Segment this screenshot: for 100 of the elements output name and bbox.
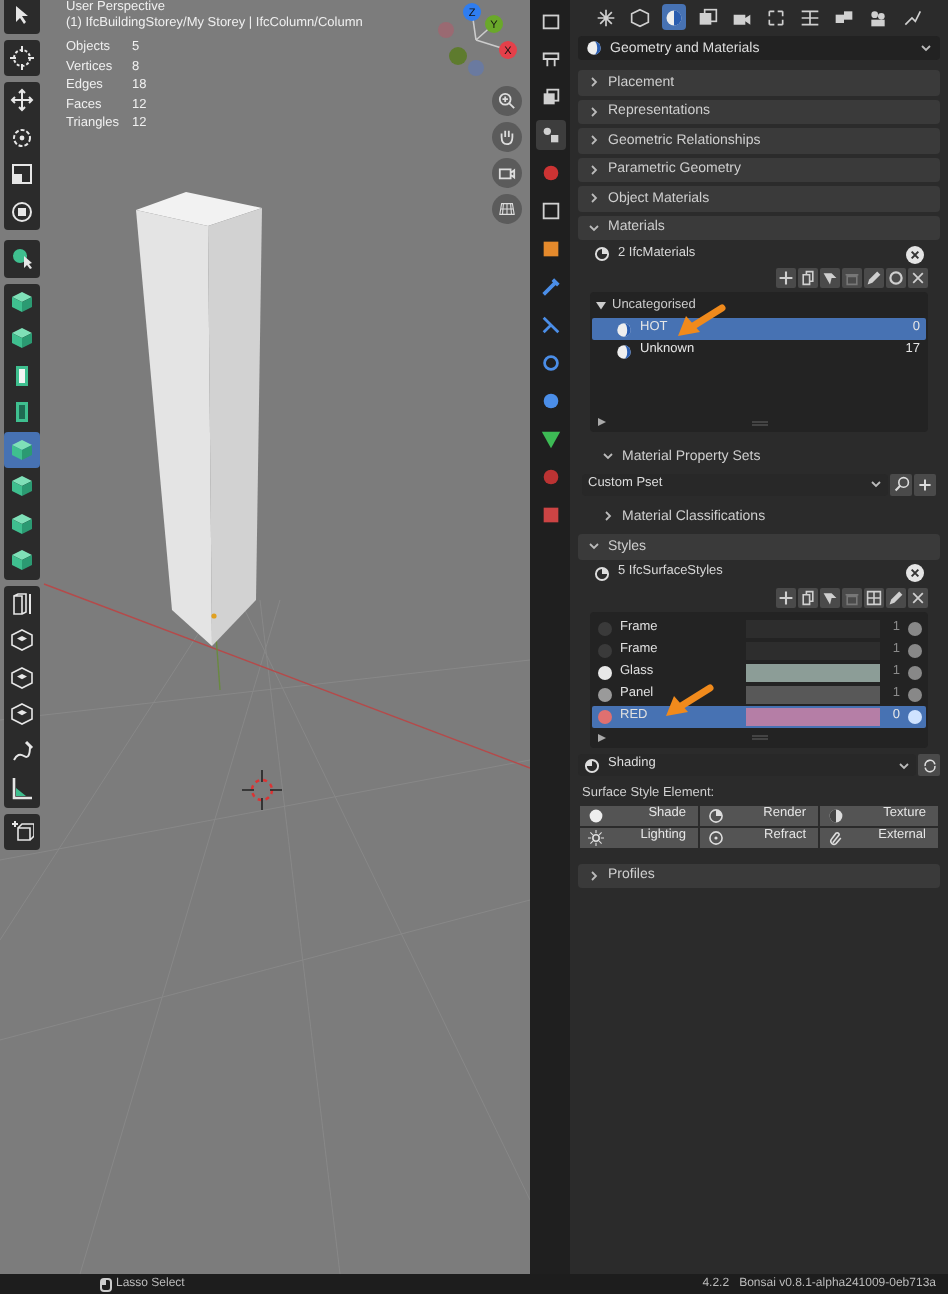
pencil-icon	[888, 589, 904, 605]
chevron-down-icon[interactable]	[920, 42, 932, 54]
navigation-button[interactable]	[492, 86, 522, 116]
chevron-right-icon[interactable]	[588, 163, 600, 176]
pencil-icon	[866, 270, 882, 286]
toolbar-button[interactable]	[798, 268, 818, 288]
color-swatch[interactable]	[746, 707, 880, 725]
toolbar-button[interactable]	[908, 268, 928, 288]
select-icon	[822, 589, 838, 605]
cursor-icon	[10, 45, 34, 70]
close-icon	[910, 249, 920, 259]
tool-button[interactable]	[4, 0, 40, 33]
block-icon	[10, 363, 34, 388]
toolbar-button[interactable]	[820, 587, 840, 607]
stack-icon	[698, 7, 718, 27]
toolbar-button[interactable]	[886, 587, 906, 607]
toolbar-button[interactable]	[776, 587, 796, 607]
block-icon	[10, 437, 34, 462]
block-icon	[10, 326, 34, 351]
chevron-down-icon[interactable]	[588, 540, 600, 553]
pointer-icon	[10, 246, 34, 271]
color-swatch[interactable]	[746, 663, 880, 681]
resize-handle-icon[interactable]	[751, 734, 767, 740]
toolbar-button[interactable]	[798, 587, 818, 607]
chevron-right-icon[interactable]	[588, 869, 600, 882]
chevron-right-icon[interactable]	[588, 134, 600, 147]
frame-icon	[766, 7, 786, 27]
toolbar-button[interactable]	[908, 587, 928, 607]
properties-tab[interactable]	[662, 4, 686, 30]
cube-icon	[10, 628, 34, 653]
add-icon	[918, 477, 932, 491]
chevron-down-icon[interactable]	[588, 221, 600, 234]
expand-triangle-icon[interactable]	[596, 302, 606, 312]
tool-button[interactable]	[4, 39, 40, 76]
cube-icon	[10, 665, 34, 690]
block-icon	[10, 474, 34, 499]
block-icon	[10, 511, 34, 536]
mouse-icon	[100, 1277, 112, 1291]
close-button[interactable]	[906, 245, 924, 263]
sun-icon	[588, 829, 604, 845]
navigation-button[interactable]	[492, 158, 522, 188]
3d-cursor-icon[interactable]	[242, 770, 282, 810]
copy-icon	[800, 589, 816, 605]
paperclip-icon	[828, 829, 844, 845]
refresh-icon	[921, 757, 937, 773]
cube-icon	[10, 702, 34, 727]
refresh-button[interactable]	[918, 754, 940, 776]
chevron-down-icon[interactable]	[870, 478, 882, 490]
color-swatch[interactable]	[746, 685, 880, 703]
resize-handle-icon[interactable]	[751, 419, 767, 425]
tool-button[interactable]	[4, 240, 40, 277]
tool-button[interactable]	[4, 813, 40, 850]
chevron-right-icon[interactable]	[602, 510, 614, 522]
tool-button[interactable]	[4, 431, 40, 468]
close-button[interactable]	[906, 564, 924, 582]
search-button[interactable]	[890, 473, 912, 495]
zoom-icon	[498, 92, 516, 110]
properties-tab[interactable]	[628, 4, 652, 30]
square-icon	[539, 238, 561, 260]
properties-tab[interactable]	[696, 4, 720, 30]
chevron-right-icon[interactable]	[588, 105, 600, 118]
add-cube-icon	[10, 819, 34, 844]
grid-icon	[800, 7, 820, 27]
toolbar-button[interactable]	[864, 268, 884, 288]
move-icon	[10, 88, 34, 113]
navigation-button[interactable]	[492, 194, 522, 224]
bounds-icon	[10, 591, 34, 616]
close-icon	[910, 568, 920, 578]
block-icon	[10, 400, 34, 425]
frame-icon	[539, 200, 561, 222]
triangle-icon	[539, 428, 561, 450]
expand-triangle-icon[interactable]	[598, 733, 606, 741]
close-icon	[910, 270, 926, 286]
ring-icon	[539, 352, 561, 374]
boxes-icon	[834, 7, 854, 27]
close-icon	[910, 589, 926, 605]
grid-icon	[498, 200, 516, 218]
properties-tab[interactable]	[594, 4, 618, 30]
copy-icon	[800, 270, 816, 286]
column-drawing[interactable]	[132, 188, 268, 652]
trash-icon	[844, 589, 860, 605]
toolbar-button[interactable]	[776, 268, 796, 288]
block-icon	[10, 289, 34, 314]
chevron-down-icon[interactable]	[898, 759, 910, 771]
expand-triangle-icon[interactable]	[598, 418, 606, 426]
dot-ring-icon	[708, 829, 724, 845]
rotate-icon	[10, 125, 34, 150]
add-icon	[778, 589, 794, 605]
ruler-icon	[10, 776, 34, 801]
chevron-right-icon[interactable]	[588, 192, 600, 205]
add-icon	[778, 270, 794, 286]
toolbar-button[interactable]	[820, 268, 840, 288]
navigation-button[interactable]	[492, 122, 522, 152]
chevron-right-icon[interactable]	[588, 76, 600, 89]
asterisk-icon	[596, 7, 616, 27]
add-button[interactable]	[914, 473, 936, 495]
side-tab[interactable]	[535, 120, 565, 150]
chevron-down-icon[interactable]	[602, 450, 614, 462]
circle-icon	[539, 390, 561, 412]
transform-icon	[10, 199, 34, 224]
